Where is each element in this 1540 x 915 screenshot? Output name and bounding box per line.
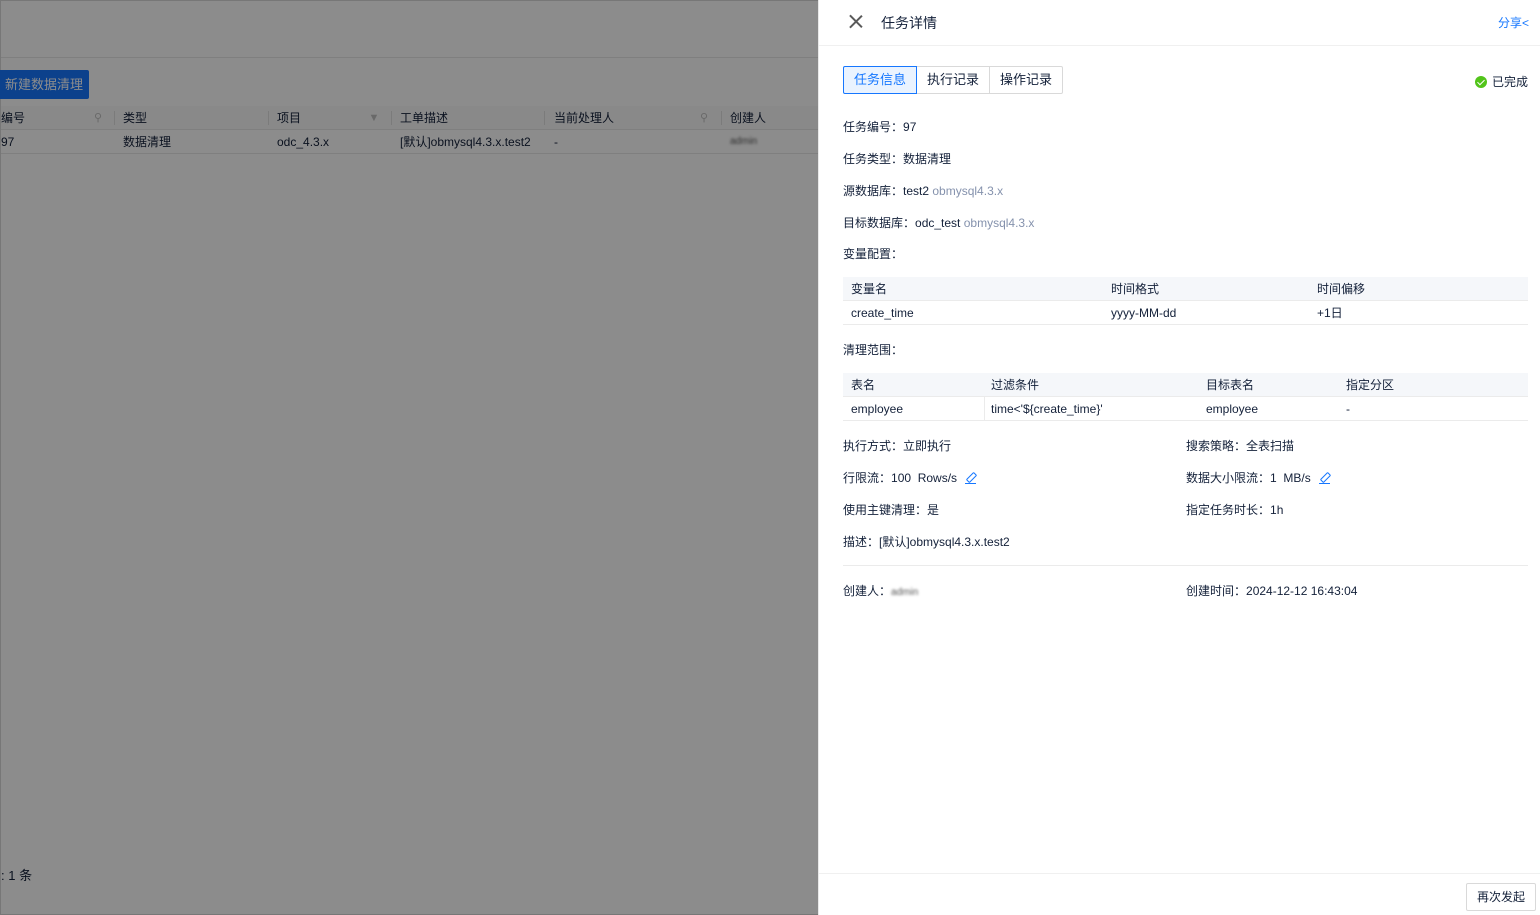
creator-field: 创建人：admin <box>843 582 918 599</box>
search-strategy-field: 搜索策略：全表扫描 <box>1186 437 1294 454</box>
created-at-value: 2024-12-12 16:43:04 <box>1246 584 1358 598</box>
field-label: 执行方式： <box>843 439 904 453</box>
field-label: 数据大小限流： <box>1186 471 1271 485</box>
status-text: 已完成 <box>1491 75 1528 89</box>
field-label: 描述： <box>843 535 880 549</box>
relaunch-button[interactable]: 再次发起 <box>1465 883 1536 911</box>
header-time-format: 时间格式 <box>1111 282 1160 296</box>
field-label: 使用主键清理： <box>843 503 928 517</box>
tab-execution-records[interactable]: 执行记录 <box>916 66 991 94</box>
drawer-title: 任务详情 <box>881 15 937 31</box>
target-datasource: obmysql4.3.x <box>963 216 1035 230</box>
share-label: 分享 <box>1497 16 1522 30</box>
task-id-field: 任务编号：97 <box>843 118 916 135</box>
share-link[interactable]: 分享< <box>1498 14 1529 31</box>
header-table-name: 表名 <box>851 378 876 392</box>
cell-variable-name: create_time <box>851 306 914 320</box>
field-label: 源数据库： <box>843 184 904 198</box>
tab-task-info[interactable]: 任务信息 <box>843 66 918 94</box>
description-value: [默认]obmysql4.3.x.test2 <box>879 535 1010 549</box>
status-badge: 已完成 <box>1474 73 1528 90</box>
field-label: 创建时间： <box>1186 584 1247 598</box>
exec-mode-value: 立即执行 <box>903 439 952 453</box>
table-row: employee time<'${create_time}' employee … <box>843 397 1528 421</box>
target-db-field: 目标数据库：odc_test obmysql4.3.x <box>843 214 1034 231</box>
duration-field: 指定任务时长：1h <box>1186 501 1283 518</box>
header-variable-name: 变量名 <box>851 282 888 296</box>
duration-value: 1h <box>1270 503 1284 517</box>
header-filter: 过滤条件 <box>991 378 1040 392</box>
tab-operation-records[interactable]: 操作记录 <box>989 66 1064 94</box>
scope-label: 清理范围： <box>843 343 904 357</box>
target-db-value: odc_test <box>915 216 961 230</box>
share-icon: < <box>1521 16 1529 30</box>
cell-table-name: employee <box>851 402 904 416</box>
scope-table: 表名 过滤条件 目标表名 指定分区 employee time<'${creat… <box>843 373 1528 421</box>
check-circle-icon <box>1474 75 1487 88</box>
task-type-value: 数据清理 <box>903 152 952 166</box>
cell-divider <box>984 397 985 421</box>
cell-time-offset: +1日 <box>1317 306 1343 320</box>
creator-value: admin <box>891 587 919 598</box>
field-label: 指定任务时长： <box>1186 503 1271 517</box>
data-limit-value: 1 <box>1270 471 1277 485</box>
modal-mask[interactable] <box>0 0 818 915</box>
header-partition: 指定分区 <box>1346 378 1395 392</box>
row-limit-unit: Rows/s <box>917 471 958 485</box>
row-limit-field: 行限流：100 Rows/s <box>843 469 977 486</box>
header-time-offset: 时间偏移 <box>1317 282 1366 296</box>
cell-filter: time<'${create_time}' <box>991 402 1103 416</box>
app-root: 新建数据清理 编号 ⚲ 类型 项目 ▼ 工单描述 当前处理人 ⚲ 创建人 97 <box>0 0 1540 915</box>
field-label: 创建人： <box>843 584 892 598</box>
field-label: 目标数据库： <box>843 216 916 230</box>
data-limit-field: 数据大小限流：1 MB/s <box>1186 469 1331 486</box>
task-id-value: 97 <box>903 120 917 134</box>
field-label: 任务类型： <box>843 152 904 166</box>
row-limit-value: 100 <box>891 471 912 485</box>
use-pk-field: 使用主键清理：是 <box>843 501 939 518</box>
table-header: 表名 过滤条件 目标表名 指定分区 <box>843 373 1528 397</box>
field-label: 任务编号： <box>843 120 904 134</box>
exec-mode-field: 执行方式：立即执行 <box>843 437 951 454</box>
task-detail-drawer: 任务详情 分享< 任务信息 执行记录 操作记录 已完成 任务编号：97 任务类型… <box>818 0 1540 915</box>
use-pk-value: 是 <box>927 503 940 517</box>
header-target-table: 目标表名 <box>1206 378 1255 392</box>
section-divider <box>843 565 1528 566</box>
detail-tabs: 任务信息 执行记录 操作记录 <box>843 66 1064 94</box>
field-label: 搜索策略： <box>1186 439 1247 453</box>
source-db-value: test2 <box>903 184 930 198</box>
variables-table: 变量名 时间格式 时间偏移 create_time yyyy-MM-dd +1日 <box>843 277 1528 325</box>
description-field: 描述：[默认]obmysql4.3.x.test2 <box>843 533 1010 550</box>
edit-icon[interactable] <box>1318 472 1331 484</box>
cell-time-format: yyyy-MM-dd <box>1111 306 1177 320</box>
drawer-header: 任务详情 分享< <box>819 0 1540 46</box>
search-strategy-value: 全表扫描 <box>1246 439 1295 453</box>
edit-icon[interactable] <box>965 472 977 484</box>
table-row: create_time yyyy-MM-dd +1日 <box>843 301 1528 325</box>
field-label: 行限流： <box>843 471 892 485</box>
data-limit-unit: MB/s <box>1283 471 1311 485</box>
created-at-field: 创建时间：2024-12-12 16:43:04 <box>1186 582 1357 599</box>
table-header: 变量名 时间格式 时间偏移 <box>843 277 1528 301</box>
variables-label: 变量配置： <box>843 247 904 261</box>
drawer-footer: 再次发起 <box>819 873 1540 915</box>
task-type-field: 任务类型：数据清理 <box>843 150 951 167</box>
source-db-field: 源数据库：test2 obmysql4.3.x <box>843 182 1003 199</box>
cell-partition: - <box>1346 402 1350 416</box>
source-datasource: obmysql4.3.x <box>932 184 1004 198</box>
close-icon[interactable] <box>849 14 863 28</box>
cell-target-table: employee <box>1206 402 1259 416</box>
